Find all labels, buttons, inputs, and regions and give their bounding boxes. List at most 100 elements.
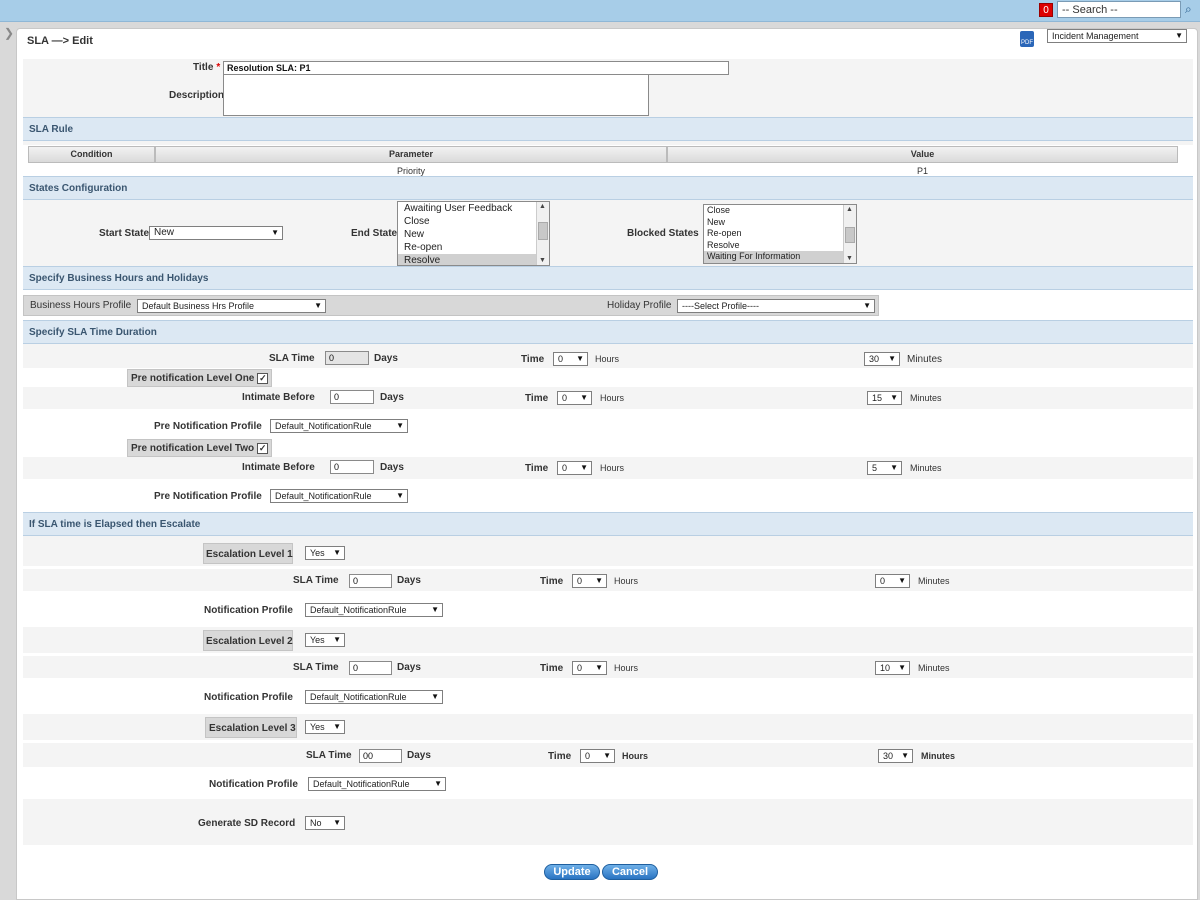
sla-minutes-select[interactable]: 30 ▼ [864,352,900,366]
pre2-days-input[interactable]: 0 [330,460,374,474]
column-condition[interactable]: Condition [28,146,155,163]
chevron-down-icon: ▼ [333,548,341,557]
rule-parameter-cell: Priority [396,166,425,176]
pre2-hours-label: Hours [600,463,625,473]
pre1-hours-label: Hours [600,393,625,403]
esc1-hours-select[interactable]: 0 ▼ [572,574,607,588]
required-mark: * [216,62,221,73]
esc1-enabled-select[interactable]: Yes ▼ [305,546,345,560]
esc2-sla-time-label: SLA Time [293,662,339,673]
rule-value-cell: P1 [916,166,928,176]
pre1-checkbox[interactable]: ✓ [257,373,269,384]
description-textarea[interactable] [223,74,649,116]
chevron-down-icon: ▼ [434,779,442,788]
esc3-minutes-label: Minutes [921,751,956,761]
escalation-level-1-label: Escalation Level 1 [206,549,293,560]
scroll-thumb[interactable] [538,222,548,240]
sla-rule-header: SLA Rule [23,117,1193,141]
blocked-states-listbox[interactable]: Close New Re-open Resolve Waiting For In… [703,204,857,264]
holiday-profile-label: Holiday Profile [607,300,672,311]
generate-sd-record-value: No [310,818,322,828]
end-state-scrollbar[interactable]: ▲ ▼ [536,202,549,265]
end-state-option[interactable]: New [398,228,549,241]
scroll-up-icon[interactable]: ▲ [846,206,853,213]
cancel-button[interactable]: Cancel [602,864,658,880]
search-input[interactable]: -- Search -- [1057,1,1181,18]
blocked-state-option-selected[interactable]: Waiting For Information [704,251,856,263]
end-state-option[interactable]: Re-open [398,241,549,254]
chevron-down-icon: ▼ [333,635,341,644]
pre1-minutes-value: 15 [872,393,883,403]
update-button[interactable]: Update [544,864,600,880]
pre1-minutes-select[interactable]: 15 ▼ [867,391,902,405]
start-state-select[interactable]: New ▼ [149,226,283,240]
notification-badge[interactable]: 0 [1039,3,1053,17]
scroll-down-icon[interactable]: ▼ [846,255,853,262]
pre1-days-input[interactable]: 0 [330,390,374,404]
blocked-state-option[interactable]: Resolve [704,240,856,252]
sla-days-label: Days [374,353,398,364]
holiday-profile-select[interactable]: ----Select Profile---- ▼ [677,299,875,313]
module-select[interactable]: Incident Management ▼ [1047,29,1187,43]
esc2-enabled-select[interactable]: Yes ▼ [305,633,345,647]
esc2-days-input[interactable]: 0 [349,661,392,675]
pre1-profile-select[interactable]: Default_NotificationRule ▼ [270,419,408,433]
esc2-hours-value: 0 [577,663,583,673]
pre2-minutes-select[interactable]: 5 ▼ [867,461,902,475]
blocked-state-option[interactable]: Re-open [704,228,856,240]
sla-minutes-label: Minutes [907,354,943,365]
sidebar-expand-icon[interactable]: ❯ [4,26,14,40]
esc2-time-band [23,656,1193,678]
start-state-value: New [154,227,175,238]
pre1-minutes-label: Minutes [910,393,942,403]
esc3-profile-label: Notification Profile [209,779,298,790]
pre2-checkbox[interactable]: ✓ [257,443,269,454]
esc2-profile-select[interactable]: Default_NotificationRule ▼ [305,690,443,704]
column-value[interactable]: Value [667,146,1178,163]
chevron-down-icon: ▼ [595,663,603,672]
sla-days-input[interactable]: 0 [325,351,369,365]
esc2-hours-select[interactable]: 0 ▼ [572,661,607,675]
blocked-states-scrollbar[interactable]: ▲ ▼ [843,205,856,263]
pre1-time-label: Time [525,393,549,404]
esc1-days-input[interactable]: 0 [349,574,392,588]
chevron-down-icon: ▼ [333,818,341,827]
end-state-option-selected[interactable]: Resolve [398,254,549,265]
esc1-minutes-select[interactable]: 0 ▼ [875,574,910,588]
sla-hours-value: 0 [558,354,564,364]
esc1-profile-label: Notification Profile [204,605,293,616]
esc3-days-input[interactable]: 00 [359,749,402,763]
page-title: SLA —> Edit [27,35,93,47]
end-state-option[interactable]: Awaiting User Feedback [398,202,549,215]
blocked-state-option[interactable]: Close [704,205,856,217]
pre2-hours-select[interactable]: 0 ▼ [557,461,592,475]
esc3-hours-select[interactable]: 0 ▼ [580,749,615,763]
start-state-label: Start State [99,228,150,239]
pre2-time-label: Time [525,463,549,474]
sla-hours-select[interactable]: 0 ▼ [553,352,588,366]
pre1-hours-select[interactable]: 0 ▼ [557,391,592,405]
chevron-down-icon: ▼ [890,463,898,472]
esc3-enabled-select[interactable]: Yes ▼ [305,720,345,734]
column-parameter[interactable]: Parameter [155,146,667,163]
escalation-level-2-label: Escalation Level 2 [206,636,293,647]
scroll-up-icon[interactable]: ▲ [539,203,546,210]
scroll-down-icon[interactable]: ▼ [539,257,546,264]
blocked-state-option[interactable]: New [704,217,856,229]
esc1-time-label: Time [540,576,564,587]
pre2-profile-select[interactable]: Default_NotificationRule ▼ [270,489,408,503]
esc3-minutes-select[interactable]: 30 ▼ [878,749,913,763]
end-state-listbox[interactable]: Awaiting User Feedback Close New Re-open… [397,201,550,266]
generate-sd-record-select[interactable]: No ▼ [305,816,345,830]
esc1-minutes-value: 0 [880,576,886,586]
scroll-thumb[interactable] [845,227,855,243]
title-input[interactable]: Resolution SLA: P1 [223,61,729,75]
pdf-export-icon[interactable]: PDF [1020,31,1034,47]
esc3-profile-select[interactable]: Default_NotificationRule ▼ [308,777,446,791]
search-icon[interactable]: ⌕ [1185,2,1192,17]
business-hours-profile-select[interactable]: Default Business Hrs Profile ▼ [137,299,326,313]
end-state-option[interactable]: Close [398,215,549,228]
esc2-minutes-select[interactable]: 10 ▼ [875,661,910,675]
esc1-profile-select[interactable]: Default_NotificationRule ▼ [305,603,443,617]
business-hours-header: Specify Business Hours and Holidays [23,266,1193,290]
